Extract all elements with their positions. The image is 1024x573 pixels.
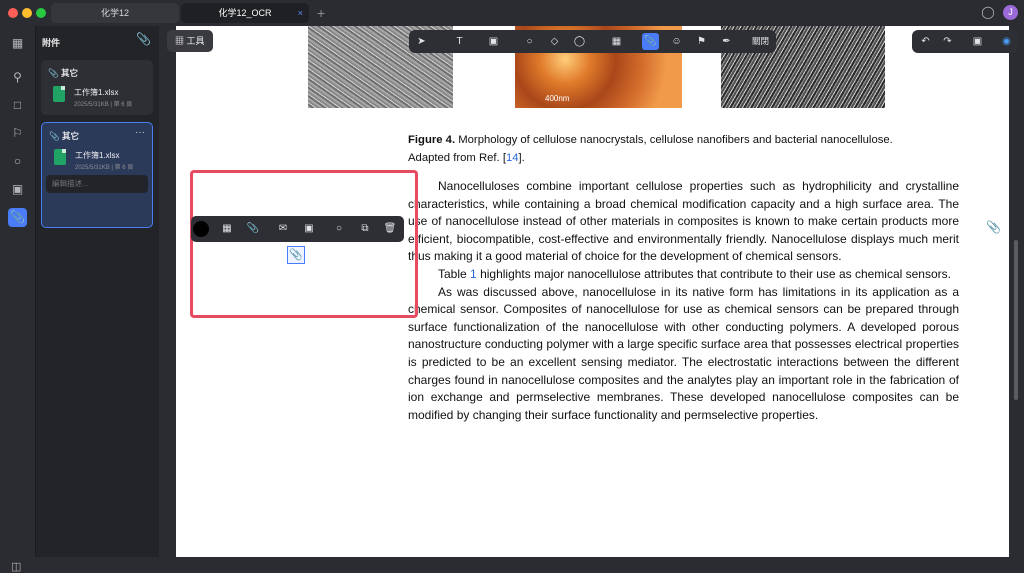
maximize-window-button[interactable] [36,8,46,18]
eraser-icon[interactable]: ◇ [546,33,563,50]
adapted-end: ]. [518,152,525,164]
save-attachment-icon[interactable]: ▣ [300,220,318,238]
tab-close-icon[interactable]: × [298,3,303,23]
add-attachment-icon[interactable]: 📎 [136,32,151,46]
highlight-box [190,170,418,318]
select-icon[interactable]: ➤ [413,33,430,50]
stamp-icon[interactable]: ⚑ [693,33,710,50]
comment-icon[interactable]: ○ [330,220,348,238]
attachment-meta: 2025/5/31KB | 第 6 頁 [75,165,134,171]
body-text: Nanocelluloses combine important cellulo… [408,178,959,424]
attachment-filename: 工作簿1.xlsx [75,151,120,160]
ai-assistant-icon[interactable]: ◉ [998,33,1015,50]
color-picker[interactable] [193,221,209,237]
attachment-tool-icon[interactable]: 📎 [642,33,659,50]
left-rail: ▦ ⚲ □ ⚐ ○ ▣ 📎 ◫ [0,26,35,573]
search-icon[interactable]: ⚲ [8,68,27,87]
close-window-button[interactable] [8,8,18,18]
attachment-filename: 工作簿1.xlsx [74,88,119,97]
annotation-toolbar: ➤ T ▣ ○ ◇ ◯ ▦ 📎 ☺ ⚑ ✒ 關閉 [409,30,776,53]
opacity-icon[interactable]: ▦ [218,220,236,238]
attachment-tag: 📎 其它 [49,131,79,141]
sticker-icon[interactable]: ☺ [668,33,685,50]
reference-link[interactable]: 14 [506,152,519,164]
bell-icon[interactable]: ◯ [980,4,996,20]
right-toolbar: ↶ ↷ ▣ ◉ [912,30,1018,53]
open-attachment-icon[interactable]: ✉ [274,220,292,238]
paragraph: Table 1 highlights major nanocellulose a… [438,266,951,281]
title-bar: 化学12 化学12_OCR × + ◯ J [0,0,1024,26]
spreadsheet-icon [53,86,65,102]
attachment-style-icon[interactable]: 📎 [244,220,262,238]
comment-icon[interactable]: ○ [521,33,538,50]
attachment-tag: 📎 其它 [48,68,78,78]
tab-label: 化学12_OCR [218,8,272,18]
attachment-meta: 2025/5/31KB | 第 6 頁 [74,102,133,108]
attachment-card-selected[interactable]: 📎 其它 ··· 工作簿1.xlsx 2025/5/31KB | 第 6 頁 編… [41,122,153,228]
spreadsheet-icon [54,149,66,165]
attachment-annotation-icon[interactable]: 📎 [287,246,305,264]
caption-text: Morphology of cellulose nanocrystals, ce… [458,134,893,146]
attachments-panel: 附件 📎 📎 其它 工作簿1.xlsx 2025/5/31KB | 第 6 頁 … [35,26,159,557]
minimize-window-button[interactable] [22,8,32,18]
signature-icon[interactable]: ✒ [718,33,735,50]
adapted-text: Adapted from Ref. [ [408,152,506,164]
table-link[interactable]: 1 [470,267,477,281]
attachment-float-toolbar: ▦ 📎 ✉ ▣ ○ ⧉ 🗑 [191,216,404,242]
avatar[interactable]: J [1003,5,1018,20]
description-input[interactable]: 編輯描述... [46,175,148,193]
figure-label: Figure 4. [408,134,456,146]
textbox-icon[interactable]: ▣ [485,33,502,50]
shape-icon[interactable]: ◯ [571,33,588,50]
save-icon[interactable]: ▣ [969,33,986,50]
grid-icon[interactable]: ▦ [8,34,27,53]
paragraph: As was discussed above, nanocellulose in… [408,284,959,422]
attachment-card[interactable]: 📎 其它 工作簿1.xlsx 2025/5/31KB | 第 6 頁 [41,60,153,115]
new-tab-button[interactable]: + [317,3,325,23]
redo-icon[interactable]: ↷ [939,33,956,50]
attachment-marker-icon[interactable]: 📎 [986,220,1001,234]
tab-chem12-ocr[interactable]: 化学12_OCR × [181,3,309,23]
more-icon[interactable]: ··· [135,127,145,138]
close-toolbar-button[interactable]: 關閉 [752,33,769,50]
figure-caption: Figure 4. Morphology of cellulose nanocr… [408,131,968,167]
pages-icon[interactable]: □ [8,96,27,115]
scrollbar[interactable] [1014,240,1018,400]
text-icon[interactable]: T [451,33,468,50]
undo-icon[interactable]: ↶ [917,33,934,50]
bookmark-icon[interactable]: ⚐ [8,124,27,143]
image-icon[interactable]: ▣ [8,180,27,199]
comment-icon[interactable]: ○ [8,152,27,171]
copy-icon[interactable]: ⧉ [356,220,374,238]
delete-icon[interactable]: 🗑 [381,220,399,238]
attachment-icon[interactable]: 📎 [8,208,27,227]
sidebar-toggle-icon[interactable]: ◫ [11,560,21,573]
paragraph: Nanocelluloses combine important cellulo… [408,179,959,264]
tab-chem12[interactable]: 化学12 [51,3,179,23]
area-icon[interactable]: ▦ [608,33,625,50]
tab-label: 化学12 [100,8,129,18]
panel-title: 附件 [42,38,61,48]
scale-label: 400nm [545,94,570,103]
tools-button[interactable]: ▦ 工具 [167,30,213,52]
